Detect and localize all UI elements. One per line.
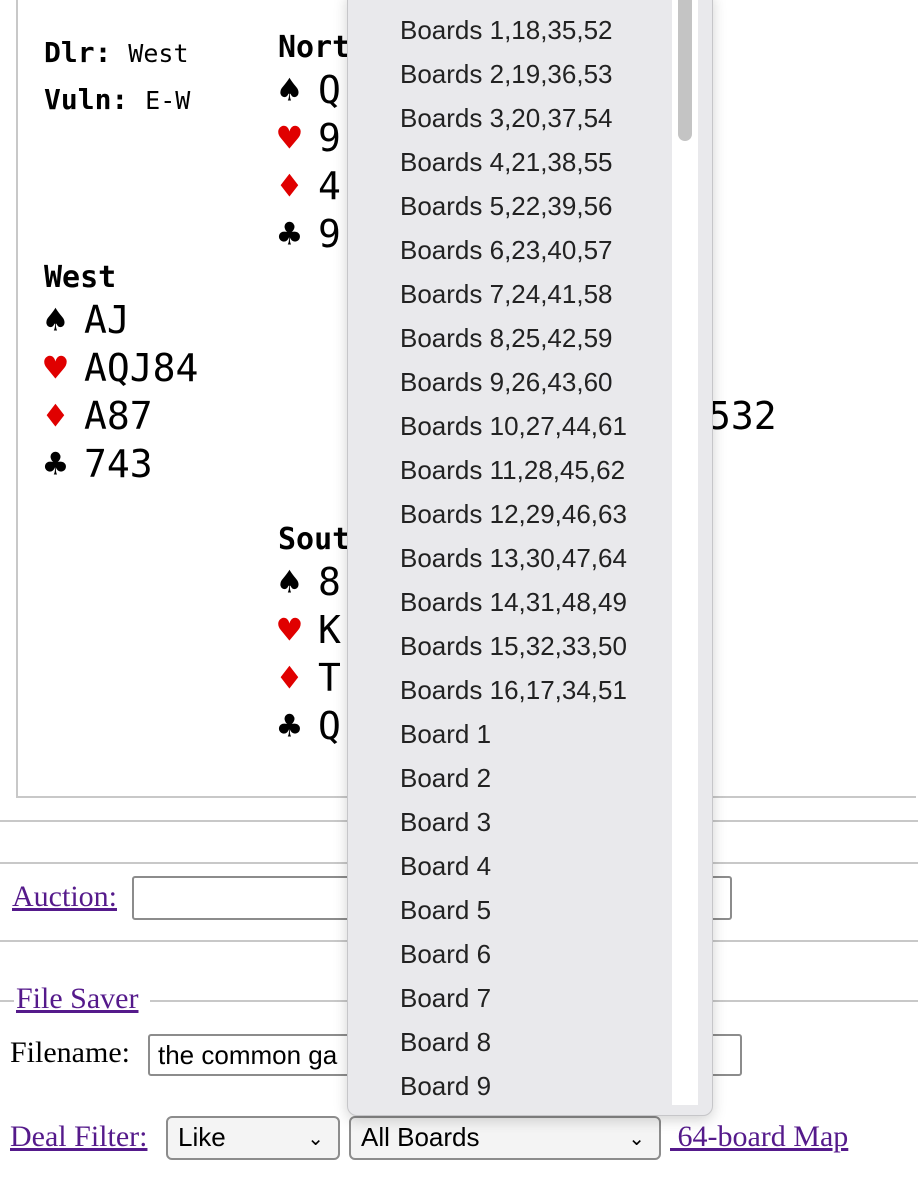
- fieldset-border-left: [0, 1000, 14, 1002]
- dropdown-option[interactable]: Board 5: [400, 895, 491, 926]
- deal-info: Dlr: West Vuln: E-W: [44, 30, 190, 124]
- diamond-icon: ♦: [44, 394, 67, 438]
- north-diamonds: 4: [318, 164, 341, 208]
- dropdown-option[interactable]: Board 8: [400, 1027, 491, 1058]
- dropdown-option[interactable]: Board 7: [400, 983, 491, 1014]
- dropdown-option[interactable]: Boards 11,28,45,62: [400, 455, 625, 486]
- diamond-icon: ♦: [278, 164, 301, 208]
- board-map-label: 64-board Map: [677, 1120, 849, 1153]
- south-clubs: Q: [318, 704, 341, 748]
- dropdown-option[interactable]: Boards 16,17,34,51: [400, 675, 627, 706]
- like-select[interactable]: Like ⌄: [166, 1116, 340, 1160]
- spade-icon: ♠: [44, 298, 67, 342]
- dropdown-option[interactable]: Board 2: [400, 763, 491, 794]
- west-hand: West ♠ AJ ♥ AQJ84 ♦ A87 ♣ 743: [44, 260, 198, 488]
- file-saver-link[interactable]: File Saver: [16, 982, 138, 1016]
- scrollbar-thumb[interactable]: [678, 0, 692, 141]
- dropdown-option[interactable]: Board 6: [400, 939, 491, 970]
- east-diamonds-partial: 532: [708, 394, 777, 438]
- north-clubs: 9: [318, 212, 341, 256]
- heart-icon: ♥: [278, 116, 301, 160]
- dropdown-option[interactable]: Boards 8,25,42,59: [400, 323, 613, 354]
- west-hearts: AQJ84: [84, 346, 199, 390]
- north-hand: Nort ♠ Q ♥ 9 ♦ 4 ♣ 9: [278, 30, 350, 258]
- dropdown-option[interactable]: Boards 5,22,39,56: [400, 191, 613, 222]
- deal-filter-link[interactable]: Deal Filter:: [10, 1120, 147, 1154]
- dropdown-option[interactable]: Boards 6,23,40,57: [400, 235, 613, 266]
- south-hand: Sout ♠ 8 ♥ K ♦ T ♣ Q: [278, 522, 350, 750]
- dealer-value: West: [128, 39, 189, 68]
- north-name: Nort: [278, 30, 351, 65]
- heart-icon: ♥: [278, 608, 301, 652]
- diamond-icon: ♦: [278, 656, 301, 700]
- boards-dropdown-list[interactable]: Boards 1,18,35,52 Boards 2,19,36,53 Boards…: [347, 0, 713, 1116]
- south-hearts: K: [318, 608, 341, 652]
- chevron-down-icon: ⌄: [307, 1128, 324, 1150]
- west-name: West: [44, 260, 117, 295]
- dropdown-option[interactable]: Boards 14,31,48,49: [400, 587, 627, 618]
- vuln-label: Vuln:: [44, 83, 129, 116]
- club-icon: ♣: [44, 442, 67, 486]
- board-map-link[interactable]: 64-board Map: [670, 1120, 849, 1154]
- boards-select[interactable]: All Boards ⌄: [349, 1116, 661, 1160]
- west-clubs: 743: [84, 442, 153, 486]
- dropdown-option[interactable]: Board 1: [400, 719, 491, 750]
- dropdown-option[interactable]: Boards 13,30,47,64: [400, 543, 627, 574]
- club-icon: ♣: [278, 704, 301, 748]
- dropdown-option[interactable]: Boards 9,26,43,60: [400, 367, 613, 398]
- dropdown-scrollbar[interactable]: [672, 0, 698, 1105]
- like-select-value: Like: [178, 1122, 226, 1152]
- heart-icon: ♥: [44, 346, 67, 390]
- spade-icon: ♠: [278, 68, 301, 112]
- dropdown-option[interactable]: Boards 15,32,33,50: [400, 631, 627, 662]
- west-spades: AJ: [84, 298, 130, 342]
- dropdown-option[interactable]: Boards 10,27,44,61: [400, 411, 627, 442]
- dropdown-option[interactable]: Board 9: [400, 1071, 491, 1102]
- south-spades: 8: [318, 560, 341, 604]
- south-name: Sout: [278, 522, 351, 557]
- dropdown-option[interactable]: Boards 1,18,35,52: [400, 15, 613, 46]
- dealer-label: Dlr:: [44, 36, 112, 69]
- dropdown-option[interactable]: Boards 3,20,37,54: [400, 103, 613, 134]
- auction-link[interactable]: Auction:: [12, 880, 117, 914]
- west-diamonds: A87: [84, 394, 153, 438]
- dropdown-option[interactable]: Boards 12,29,46,63: [400, 499, 627, 530]
- chevron-down-icon: ⌄: [628, 1128, 645, 1150]
- boards-select-value: All Boards: [361, 1122, 480, 1152]
- vuln-value: E-W: [145, 86, 191, 115]
- dropdown-option[interactable]: Board 4: [400, 851, 491, 882]
- dropdown-option[interactable]: Boards 2,19,36,53: [400, 59, 613, 90]
- club-icon: ♣: [278, 212, 301, 256]
- dropdown-option[interactable]: Boards 4,21,38,55: [400, 147, 613, 178]
- spade-icon: ♠: [278, 560, 301, 604]
- filename-label: Filename:: [10, 1036, 130, 1069]
- north-hearts: 9: [318, 116, 341, 160]
- north-spades: Q: [318, 68, 341, 112]
- south-diamonds: T: [318, 656, 341, 700]
- dropdown-option[interactable]: Board 3: [400, 807, 491, 838]
- dropdown-option[interactable]: Boards 7,24,41,58: [400, 279, 613, 310]
